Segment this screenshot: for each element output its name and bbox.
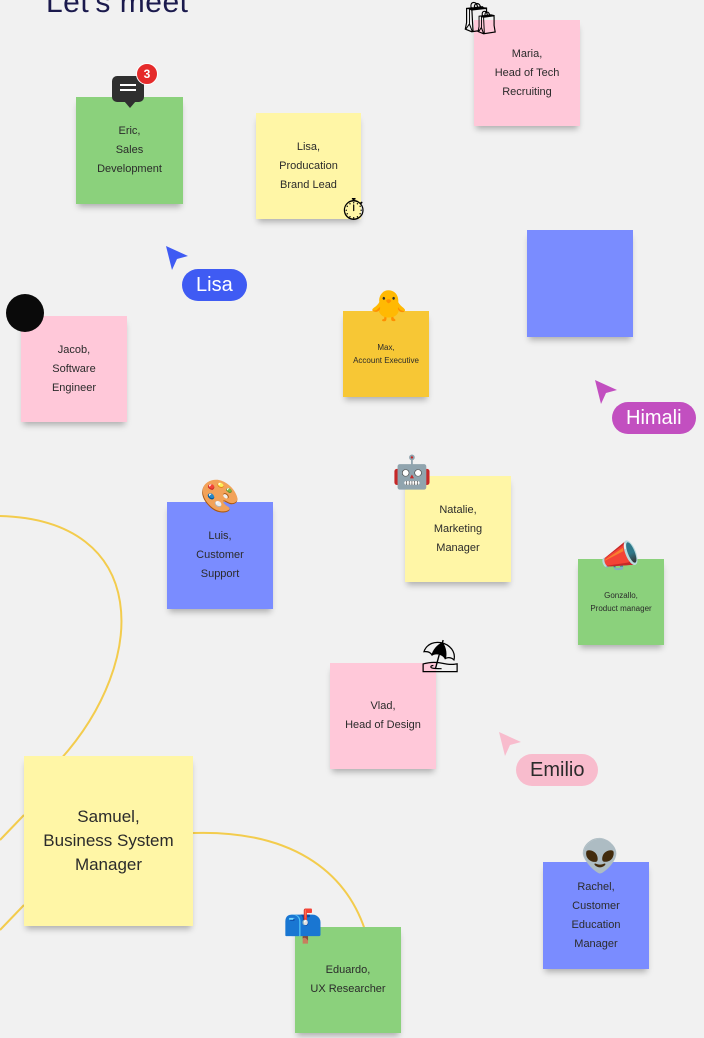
note-text: Lisa, Producation Brand Lead: [279, 140, 338, 191]
note-text: Max, Account Executive: [353, 343, 419, 365]
sticky-note-samuel[interactable]: Samuel, Business System Manager: [24, 756, 193, 926]
note-text: Samuel, Business System Manager: [43, 807, 174, 874]
note-text: Gonzallo, Product manager: [590, 591, 652, 613]
connector-curve-left[interactable]: [0, 515, 123, 761]
note-text: Maria, Head of Tech Recruiting: [494, 47, 560, 98]
board-title: Let's meet: [46, 0, 189, 19]
sticky-note-eric[interactable]: Eric, Sales Development: [76, 97, 183, 204]
whiteboard-canvas[interactable]: Let's meet Maria, Head of Tech Recruitin…: [0, 0, 704, 1038]
note-text: Eric, Sales Development: [97, 125, 162, 175]
comment-count-badge: 3: [136, 63, 158, 85]
sticky-note-rachel[interactable]: Rachel, Customer Education Manager: [543, 862, 649, 969]
alien-icon[interactable]: 👽: [580, 840, 620, 872]
cursor-arrow-icon-emilio: [499, 732, 521, 756]
comment-lines: [120, 84, 136, 94]
note-text: Jacob, Software Engineer: [51, 343, 97, 394]
connector-curve-samuel-bottom[interactable]: [0, 904, 25, 931]
cursor-arrow-icon-lisa: [166, 246, 188, 270]
sticky-note-vlad[interactable]: Vlad, Head of Design: [330, 663, 436, 769]
stopwatch-icon[interactable]: ⏱: [342, 196, 365, 226]
duck-icon[interactable]: 🐥: [370, 292, 407, 322]
note-text: Eduardo, UX Researcher: [310, 964, 386, 995]
sticky-note-jacob[interactable]: Jacob, Software Engineer: [21, 316, 127, 422]
note-text: Luis, Customer Support: [196, 530, 244, 580]
palette-icon[interactable]: 🎨: [200, 480, 240, 512]
robot-icon[interactable]: 🤖: [392, 456, 432, 488]
cursor-arrow-icon-himali: [595, 380, 617, 404]
note-text: Rachel, Customer Education Manager: [571, 880, 621, 950]
connector-curve-samuel-left[interactable]: [0, 814, 25, 841]
beach-umbrella-icon[interactable]: ⛱: [420, 640, 461, 672]
cursor-label-himali: Himali: [612, 402, 696, 434]
sticky-note-natalie[interactable]: Natalie, Marketing Manager: [405, 476, 511, 582]
note-text: Natalie, Marketing Manager: [433, 503, 483, 554]
black-dot-sticker[interactable]: [6, 294, 44, 332]
note-text: Vlad, Head of Design: [345, 700, 421, 731]
sticky-note-luis[interactable]: Luis, Customer Support: [167, 502, 273, 609]
shopping-bags-icon[interactable]: 🛍: [460, 2, 501, 34]
mailbox-icon[interactable]: 📫: [283, 910, 323, 942]
comment-icon[interactable]: 3: [112, 63, 158, 108]
sticky-note-blank[interactable]: [527, 230, 633, 337]
megaphone-icon[interactable]: 📣: [600, 540, 640, 572]
cursor-label-emilio: Emilio: [516, 754, 599, 786]
connector-curve-samuel-eduardo[interactable]: [192, 831, 366, 931]
cursor-label-lisa: Lisa: [182, 269, 247, 301]
